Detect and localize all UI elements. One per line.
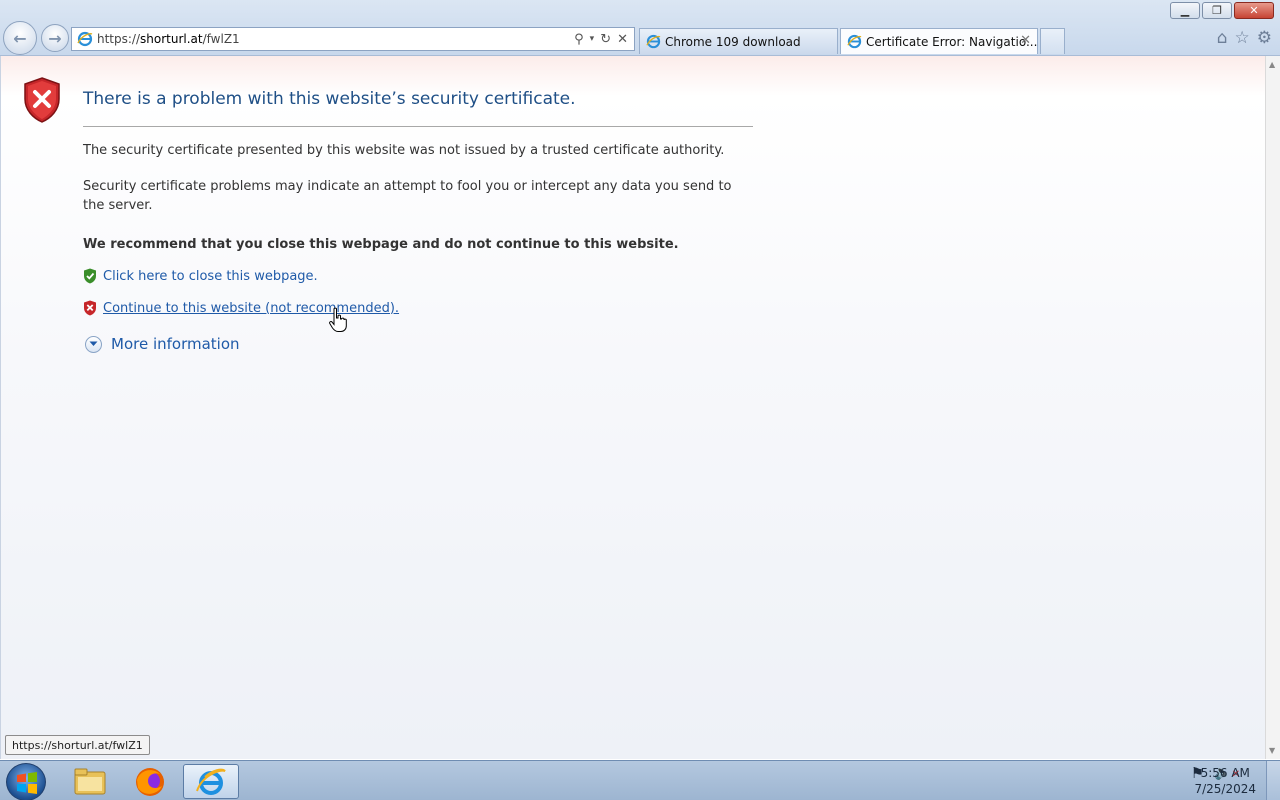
continue-to-website-link[interactable]: Continue to this website (not recommende… [103,301,399,316]
green-shield-icon [84,268,96,284]
tab-label: Certificate Error: Navigatio... [866,34,1038,49]
more-information-toggle[interactable]: More information [85,335,240,353]
refresh-icon[interactable]: ↻ [600,32,611,47]
url-domain: shorturl.at [140,32,203,46]
back-icon: ← [13,28,27,48]
scroll-up-icon[interactable]: ▲ [1269,60,1275,69]
browser-toolbar: ▁ ❐ ✕ ← → https://shorturl.at/fwlZ1 ⚲ ▾ … [0,0,1280,56]
more-information-label: More information [111,335,240,353]
tab-chrome-download[interactable]: Chrome 109 download [639,28,838,54]
back-button[interactable]: ← [3,21,37,55]
stop-icon[interactable]: ✕ [617,32,628,47]
ie-tab-icon [646,34,661,49]
favorites-icon[interactable]: ☆ [1235,28,1250,48]
taskbar-internet-explorer[interactable] [183,764,239,799]
search-icon[interactable]: ⚲ [574,32,584,47]
address-url[interactable]: https://shorturl.at/fwlZ1 [97,32,574,46]
close-tab-icon[interactable]: ✕ [1020,33,1031,48]
taskbar: ⚑ 🔈✕ 5:56 AM 7/25/2024 [0,760,1280,800]
show-desktop-button[interactable] [1266,761,1280,800]
tools-gear-icon[interactable]: ⚙ [1257,28,1272,48]
description-text: The security certificate presented by th… [83,143,725,158]
start-button[interactable] [6,763,46,800]
title-divider [83,126,753,127]
firefox-icon [136,767,164,796]
hand-cursor-icon [329,307,347,332]
ie-tab-icon [847,34,862,49]
forward-button[interactable]: → [41,24,69,52]
red-shield-icon [84,300,96,316]
address-bar[interactable]: https://shorturl.at/fwlZ1 ⚲ ▾ ↻ ✕ [71,27,635,51]
internet-explorer-icon [196,768,226,795]
windows-logo-icon [17,772,37,794]
system-clock[interactable]: 5:56 AM 7/25/2024 [1194,765,1256,797]
dropdown-icon[interactable]: ▾ [590,34,595,44]
window-controls: ▁ ❐ ✕ [1170,2,1274,19]
forward-icon: → [48,28,62,48]
restore-button[interactable]: ❐ [1202,2,1232,19]
tab-label: Chrome 109 download [665,34,801,49]
page-title: There is a problem with this website’s s… [83,89,576,109]
close-window-button[interactable]: ✕ [1234,2,1274,19]
close-webpage-link[interactable]: Click here to close this webpage. [103,269,318,284]
tab-certificate-error[interactable]: Certificate Error: Navigatio... ✕ [840,28,1038,54]
taskbar-file-explorer[interactable] [62,764,118,799]
page-content: There is a problem with this website’s s… [0,56,1265,759]
url-path: /fwlZ1 [202,32,240,46]
expand-chevron-icon [85,335,102,353]
folder-icon [74,768,106,794]
vertical-scrollbar[interactable]: ▲ ▼ [1265,56,1280,759]
continue-option: Continue to this website (not recommende… [83,300,399,316]
ie-page-icon [77,31,93,47]
close-webpage-option: Click here to close this webpage. [83,268,318,284]
warning-text: Security certificate problems may indica… [83,179,732,213]
home-icon[interactable]: ⌂ [1217,28,1228,48]
minimize-button[interactable]: ▁ [1170,2,1200,19]
clock-time: 5:56 AM [1200,766,1250,780]
error-shield-icon [24,77,60,123]
scroll-down-icon[interactable]: ▼ [1269,746,1275,755]
url-prefix: https:// [97,32,141,46]
clock-date: 7/25/2024 [1194,782,1256,796]
recommendation-text: We recommend that you close this webpage… [83,237,679,252]
taskbar-firefox[interactable] [122,764,178,799]
new-tab-button[interactable] [1040,28,1065,54]
status-url-tooltip: https://shorturl.at/fwlZ1 [5,735,150,755]
